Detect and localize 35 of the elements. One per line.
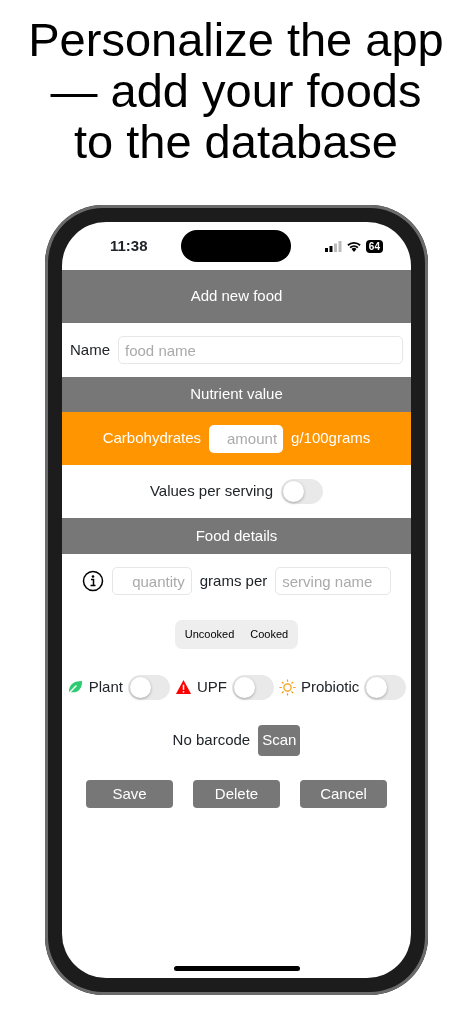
segment[interactable]: Cooked: [242, 622, 297, 647]
toggle-switch[interactable]: [364, 675, 407, 700]
toggle-switch[interactable]: [231, 675, 274, 700]
headline: Personalize the app — add your foods to the database: [27, 12, 445, 170]
status-time: 11:38: [110, 235, 148, 256]
unit-label: g/100grams: [291, 428, 371, 449]
warning-icon: [174, 679, 192, 696]
amount-field[interactable]: amount: [209, 424, 284, 453]
action-button[interactable]: Delete: [193, 780, 280, 808]
leaf-icon: [66, 679, 84, 696]
grams-per-label: grams per: [199, 570, 268, 591]
name-field[interactable]: food name: [118, 336, 403, 364]
barcode-status: No barcode: [172, 730, 251, 751]
wifi-icon: [345, 240, 362, 252]
toggle-switch[interactable]: [281, 479, 324, 504]
nutrient-label: Carbohydrates: [102, 428, 202, 449]
battery-level: 64: [365, 239, 383, 253]
title-bar: Add new food: [62, 270, 411, 323]
segment[interactable]: Uncooked: [176, 622, 243, 647]
flag-label: Probiotic: [300, 677, 360, 698]
info-icon[interactable]: [81, 570, 104, 592]
flag-label: UPF: [196, 677, 227, 698]
name-label: Name: [70, 339, 110, 360]
signal-icon: [324, 240, 342, 252]
scan-button[interactable]: Scan: [258, 725, 301, 756]
flag-label: Plant: [88, 677, 123, 698]
sun-icon: [278, 679, 296, 696]
section-header: Nutrient value: [62, 377, 411, 412]
toggle-switch[interactable]: [127, 675, 170, 700]
quantity-field[interactable]: quantity: [111, 567, 192, 595]
action-button[interactable]: Cancel: [300, 780, 387, 808]
section-header: Food details: [62, 518, 411, 554]
serving-name-field[interactable]: serving name: [275, 567, 392, 595]
action-button[interactable]: Save: [86, 780, 173, 808]
serving-toggle-label: Values per serving: [149, 481, 274, 502]
